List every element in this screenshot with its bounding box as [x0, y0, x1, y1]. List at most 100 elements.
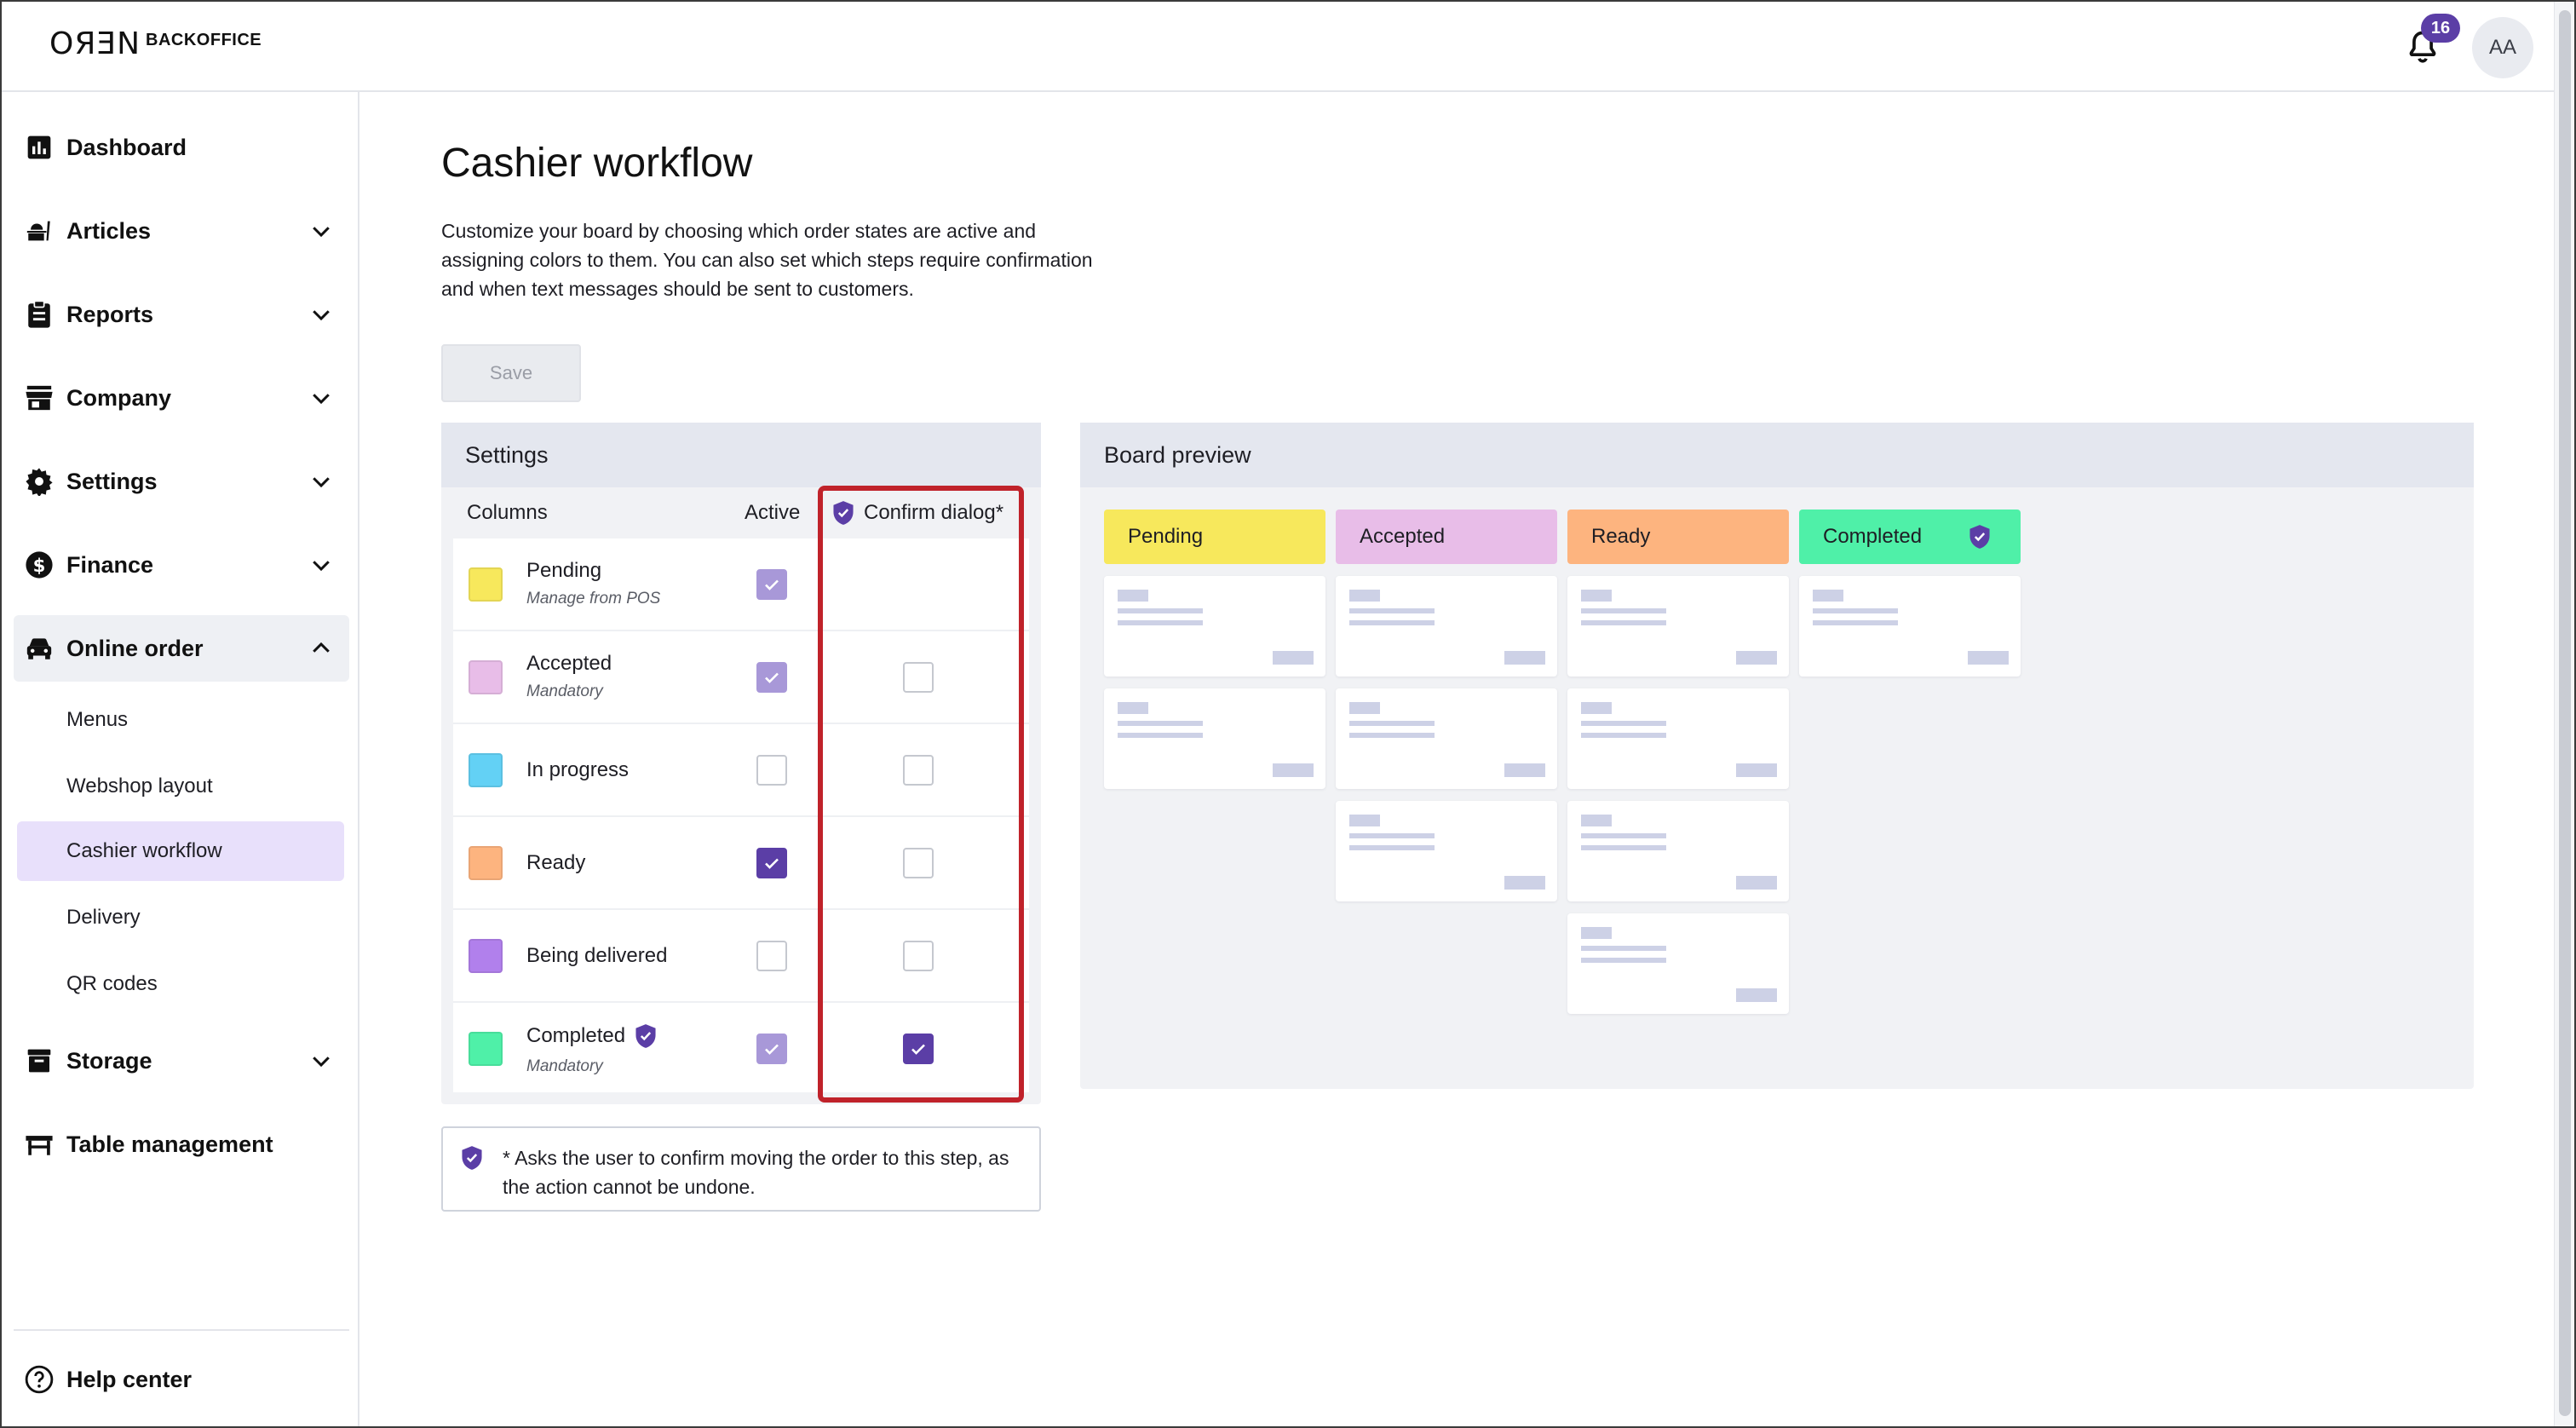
color-swatch[interactable]: [469, 939, 503, 973]
preview-card: [1567, 913, 1789, 1014]
save-button[interactable]: Save: [441, 344, 581, 402]
chevron-down-icon: [313, 310, 330, 321]
chevron-up-icon: [313, 642, 330, 653]
sidebar-item-label: Settings: [66, 468, 158, 494]
settings-row-ready: Ready: [453, 817, 1029, 910]
sidebar-item-label: Help center: [66, 1366, 193, 1392]
chevron-down-icon: [313, 394, 330, 405]
settings-row-completed: Completed Mandatory: [453, 1003, 1029, 1096]
active-checkbox[interactable]: [756, 569, 787, 600]
scrollbar-thumb[interactable]: [2559, 10, 2571, 1416]
confirm-checkbox[interactable]: [903, 848, 934, 878]
sidebar-item-help-center[interactable]: Help center: [14, 1346, 349, 1413]
sidebar-subitem-qr-codes[interactable]: QR codes: [17, 954, 344, 1014]
settings-row-being-delivered: Being delivered: [453, 910, 1029, 1003]
row-name: Being delivered: [526, 944, 668, 967]
sidebar-item-label: Reports: [66, 301, 154, 327]
shield-check-icon: [1969, 525, 1990, 549]
row-subtitle: Manage from POS: [526, 590, 661, 607]
help-icon: [24, 1364, 55, 1395]
settings-row-in-progress: In progress: [453, 724, 1029, 817]
sidebar-item-articles[interactable]: Articles: [14, 198, 349, 264]
color-swatch[interactable]: [469, 753, 503, 787]
chevron-down-icon: [313, 561, 330, 572]
preview-card: [1799, 576, 2021, 677]
app-window: OЯƎN BACKOFFICE 16 AA Dashboard Articles: [0, 0, 2576, 1428]
active-checkbox[interactable]: [756, 755, 787, 786]
avatar[interactable]: AA: [2472, 17, 2533, 78]
bar-chart-icon: [24, 132, 55, 163]
preview-card: [1567, 576, 1789, 677]
preview-column-label: Completed: [1823, 525, 1923, 548]
sidebar-item-finance[interactable]: $ Finance: [14, 532, 349, 598]
preview-card: [1336, 576, 1557, 677]
active-checkbox[interactable]: [756, 848, 787, 878]
color-swatch[interactable]: [469, 660, 503, 694]
confirm-checkbox[interactable]: [903, 1034, 934, 1064]
column-header-active: Active: [745, 487, 801, 538]
row-name: Pending: [526, 559, 602, 582]
preview-column-label: Pending: [1128, 525, 1204, 548]
confirm-checkbox[interactable]: [903, 755, 934, 786]
sidebar-item-online-order[interactable]: Online order: [14, 615, 349, 682]
store-icon: [24, 383, 55, 413]
preview-column-completed: Completed: [1799, 510, 2021, 564]
page-title: Cashier workflow: [441, 141, 753, 186]
row-name: Ready: [526, 851, 586, 874]
sidebar-item-label: Articles: [66, 217, 152, 244]
app-logo[interactable]: OЯƎN BACKOFFICE: [49, 27, 262, 61]
sidebar-item-storage[interactable]: Storage: [14, 1028, 349, 1094]
active-checkbox[interactable]: [756, 662, 787, 693]
column-header-columns: Columns: [467, 487, 548, 538]
sidebar-subitem-menus[interactable]: Menus: [17, 690, 344, 750]
sidebar-subitem-cashier-workflow[interactable]: Cashier workflow: [17, 821, 344, 881]
settings-row-pending: Pending Manage from POS: [453, 538, 1029, 631]
sidebar-subitem-webshop-layout[interactable]: Webshop layout: [17, 757, 344, 816]
settings-panel: Settings Columns Active Confirm dialog* …: [441, 423, 1041, 1104]
logo-text: BACKOFFICE: [146, 31, 262, 49]
notification-badge: 16: [2421, 14, 2460, 43]
confirm-checkbox[interactable]: [903, 941, 934, 971]
sidebar-item-settings[interactable]: Settings: [14, 448, 349, 515]
clipboard-icon: [24, 299, 55, 330]
table-icon: [24, 1129, 55, 1160]
active-checkbox[interactable]: [756, 941, 787, 971]
check-icon: [911, 1044, 925, 1055]
page-description: Customize your board by choosing which o…: [441, 220, 1093, 300]
sidebar-item-label: Finance: [66, 551, 154, 578]
active-checkbox[interactable]: [756, 1034, 787, 1064]
shield-check-icon: [462, 1146, 482, 1170]
archive-icon: [24, 1045, 55, 1076]
preview-column-label: Accepted: [1360, 525, 1446, 548]
confirm-checkbox[interactable]: [903, 662, 934, 693]
row-name: Completed: [526, 1024, 626, 1047]
color-swatch[interactable]: [469, 846, 503, 880]
sidebar: Dashboard Articles Reports Company Setti…: [2, 92, 359, 1426]
preview-card: [1336, 801, 1557, 901]
dollar-icon: $: [24, 550, 55, 580]
top-bar: OЯƎN BACKOFFICE 16 AA: [2, 2, 2557, 92]
confirm-dialog-label: Confirm dialog*: [864, 501, 1004, 524]
gear-icon: [24, 466, 55, 497]
sidebar-item-dashboard[interactable]: Dashboard: [14, 114, 349, 181]
preview-card: [1104, 688, 1325, 789]
confirm-note: * Asks the user to confirm moving the or…: [441, 1126, 1041, 1212]
sidebar-item-reports[interactable]: Reports: [14, 281, 349, 348]
preview-column-label: Ready: [1591, 525, 1651, 548]
chevron-down-icon: [313, 477, 330, 488]
sidebar-item-table-management[interactable]: Table management: [14, 1111, 349, 1178]
row-subtitle: Mandatory: [526, 1057, 603, 1075]
column-header-confirm-dialog: Confirm dialog*: [831, 487, 1004, 538]
sidebar-subitem-delivery[interactable]: Delivery: [17, 888, 344, 947]
chevron-down-icon: [313, 227, 330, 238]
row-name-wrapper: Completed: [526, 1023, 658, 1049]
sidebar-item-label: Storage: [66, 1047, 152, 1074]
check-icon: [765, 579, 779, 590]
check-icon: [765, 672, 779, 683]
color-swatch[interactable]: [469, 1032, 503, 1066]
color-swatch[interactable]: [469, 567, 503, 602]
row-name: Accepted: [526, 652, 612, 675]
shield-check-icon: [635, 1024, 656, 1048]
sidebar-item-company[interactable]: Company: [14, 365, 349, 431]
board-preview-title: Board preview: [1080, 423, 2474, 487]
